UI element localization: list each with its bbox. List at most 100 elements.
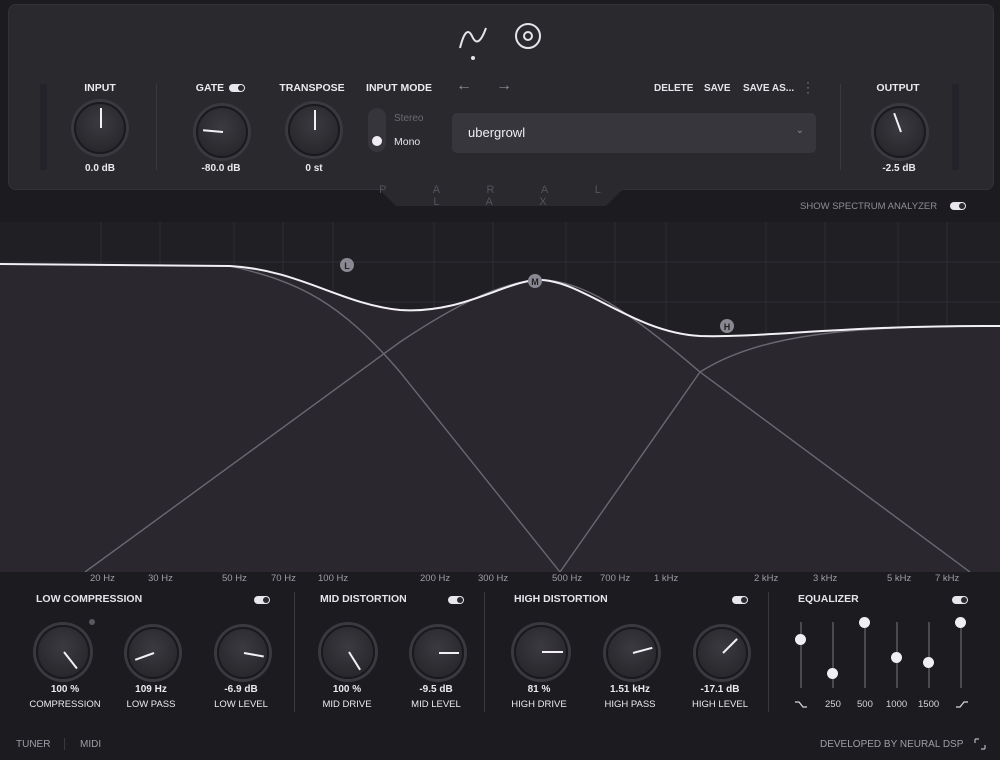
low-level-value: -6.9 dB [224, 684, 258, 695]
divider [64, 738, 65, 750]
mid-node-label: M [531, 277, 539, 287]
prev-preset-arrow[interactable]: ← [456, 77, 472, 95]
next-preset-arrow[interactable]: → [496, 77, 512, 95]
input-mode-switch[interactable] [368, 108, 386, 152]
mid-drive-label: MID DRIVE [322, 699, 372, 710]
delete-button[interactable]: DELETE [654, 83, 693, 94]
equalizer-title: EQUALIZER [798, 593, 859, 605]
output-label: OUTPUT [876, 82, 920, 94]
eq-250-slider[interactable] [827, 668, 838, 679]
divider [484, 592, 485, 712]
compression-value: 100 % [50, 684, 80, 695]
mid-distortion-toggle[interactable] [448, 596, 464, 604]
eq-500-track [864, 622, 866, 688]
high-drive-value: 81 % [527, 684, 551, 695]
eq-band-label: 250 [825, 699, 841, 710]
freq-label: 7 kHz [935, 573, 960, 584]
gate-toggle[interactable] [229, 84, 245, 92]
divider [294, 592, 295, 712]
high-pass-knob[interactable] [606, 627, 658, 679]
freq-label: 2 kHz [754, 573, 779, 584]
freq-label: 100 Hz [318, 573, 349, 584]
spectrum-analyzer-label: SHOW SPECTRUM ANALYZER [800, 201, 938, 212]
eq-band-label: 1500 [918, 699, 940, 710]
freq-label: 700 Hz [600, 573, 631, 584]
freq-label: 70 Hz [271, 573, 296, 584]
save-button[interactable]: SAVE [704, 83, 731, 94]
input-knob[interactable] [74, 102, 126, 154]
freq-label: 5 kHz [887, 573, 912, 584]
preset-name: ubergrowl [468, 125, 526, 140]
status-dot [89, 619, 95, 625]
tuner-button[interactable]: TUNER [16, 739, 50, 750]
high-node[interactable]: H [720, 319, 734, 333]
eq-high-shelf-slider[interactable] [955, 617, 966, 628]
low-node[interactable]: L [340, 258, 354, 272]
brand-name: P A R A L L A X [379, 184, 623, 208]
gate-label: GATE [195, 82, 225, 94]
output-knob[interactable] [874, 106, 926, 158]
transpose-label: TRANSPOSE [279, 82, 345, 94]
input-mode-stereo[interactable]: Stereo [394, 113, 423, 124]
freq-label: 1 kHz [654, 573, 679, 584]
divider [768, 592, 769, 712]
gate-knob[interactable] [196, 106, 248, 158]
eq-band-label: 500 [857, 699, 873, 710]
high-level-knob[interactable] [696, 627, 748, 679]
low-pass-knob[interactable] [127, 627, 179, 679]
freq-label: 200 Hz [420, 573, 451, 584]
low-compression-toggle[interactable] [254, 596, 270, 604]
low-pass-value: 109 Hz [135, 684, 167, 695]
mid-node[interactable]: M [528, 274, 542, 288]
freq-label: 300 Hz [478, 573, 509, 584]
low-pass-label: LOW PASS [126, 699, 176, 710]
preset-dropdown[interactable]: ubergrowl ⌄ [452, 113, 816, 153]
freq-label: 500 Hz [552, 573, 583, 584]
output-meter [952, 84, 959, 170]
mid-level-knob[interactable] [412, 627, 464, 679]
spectrum-analyzer-toggle[interactable] [950, 202, 966, 210]
high-level-label: HIGH LEVEL [692, 699, 748, 710]
midi-button[interactable]: MIDI [80, 739, 101, 750]
compression-knob[interactable] [36, 625, 90, 679]
freq-label: 50 Hz [222, 573, 247, 584]
mid-drive-knob[interactable] [321, 625, 375, 679]
eq-band-label: 1000 [886, 699, 908, 710]
developer-credit: DEVELOPED BY NEURAL DSP [820, 739, 964, 750]
input-mode-label: INPUT MODE [366, 82, 432, 94]
low-level-knob[interactable] [217, 627, 269, 679]
chevron-down-icon: ⌄ [795, 125, 804, 136]
high-distortion-toggle[interactable] [732, 596, 748, 604]
settings-target-icon[interactable] [514, 22, 544, 52]
save-as-button[interactable]: SAVE AS... [743, 83, 794, 94]
eq-low-shelf-slider[interactable] [795, 634, 806, 645]
gate-value: -80.0 dB [201, 163, 241, 174]
low-shelf-icon [795, 701, 807, 708]
low-compression-title: LOW COMPRESSION [36, 593, 143, 605]
waveform-icon[interactable] [458, 22, 490, 62]
high-drive-knob[interactable] [514, 625, 568, 679]
equalizer-toggle[interactable] [952, 596, 968, 604]
divider [840, 84, 841, 170]
transpose-knob[interactable] [288, 104, 340, 156]
more-menu-icon[interactable]: · · · [806, 76, 810, 98]
resize-icon[interactable] [974, 738, 986, 750]
high-pass-label: HIGH PASS [604, 699, 656, 710]
eq-1500-slider[interactable] [923, 657, 934, 668]
input-value: 0.0 dB [84, 163, 115, 174]
divider [156, 84, 157, 170]
freq-label: 3 kHz [813, 573, 838, 584]
input-mode-mono[interactable]: Mono [394, 136, 420, 148]
freq-label: 20 Hz [90, 573, 115, 584]
high-pass-value: 1.51 kHz [609, 684, 651, 695]
eq-1000-slider[interactable] [891, 652, 902, 663]
low-level-label: LOW LEVEL [214, 699, 268, 710]
compression-label: COMPRESSION [29, 699, 101, 710]
high-level-value: -17.1 dB [700, 684, 740, 695]
low-node-label: L [344, 261, 350, 271]
eq-1500-track [928, 622, 930, 688]
eq-high-shelf-track [960, 622, 962, 688]
eq-500-slider[interactable] [859, 617, 870, 628]
freq-label: 30 Hz [148, 573, 173, 584]
crossover-graph[interactable]: L M H [0, 222, 1000, 572]
